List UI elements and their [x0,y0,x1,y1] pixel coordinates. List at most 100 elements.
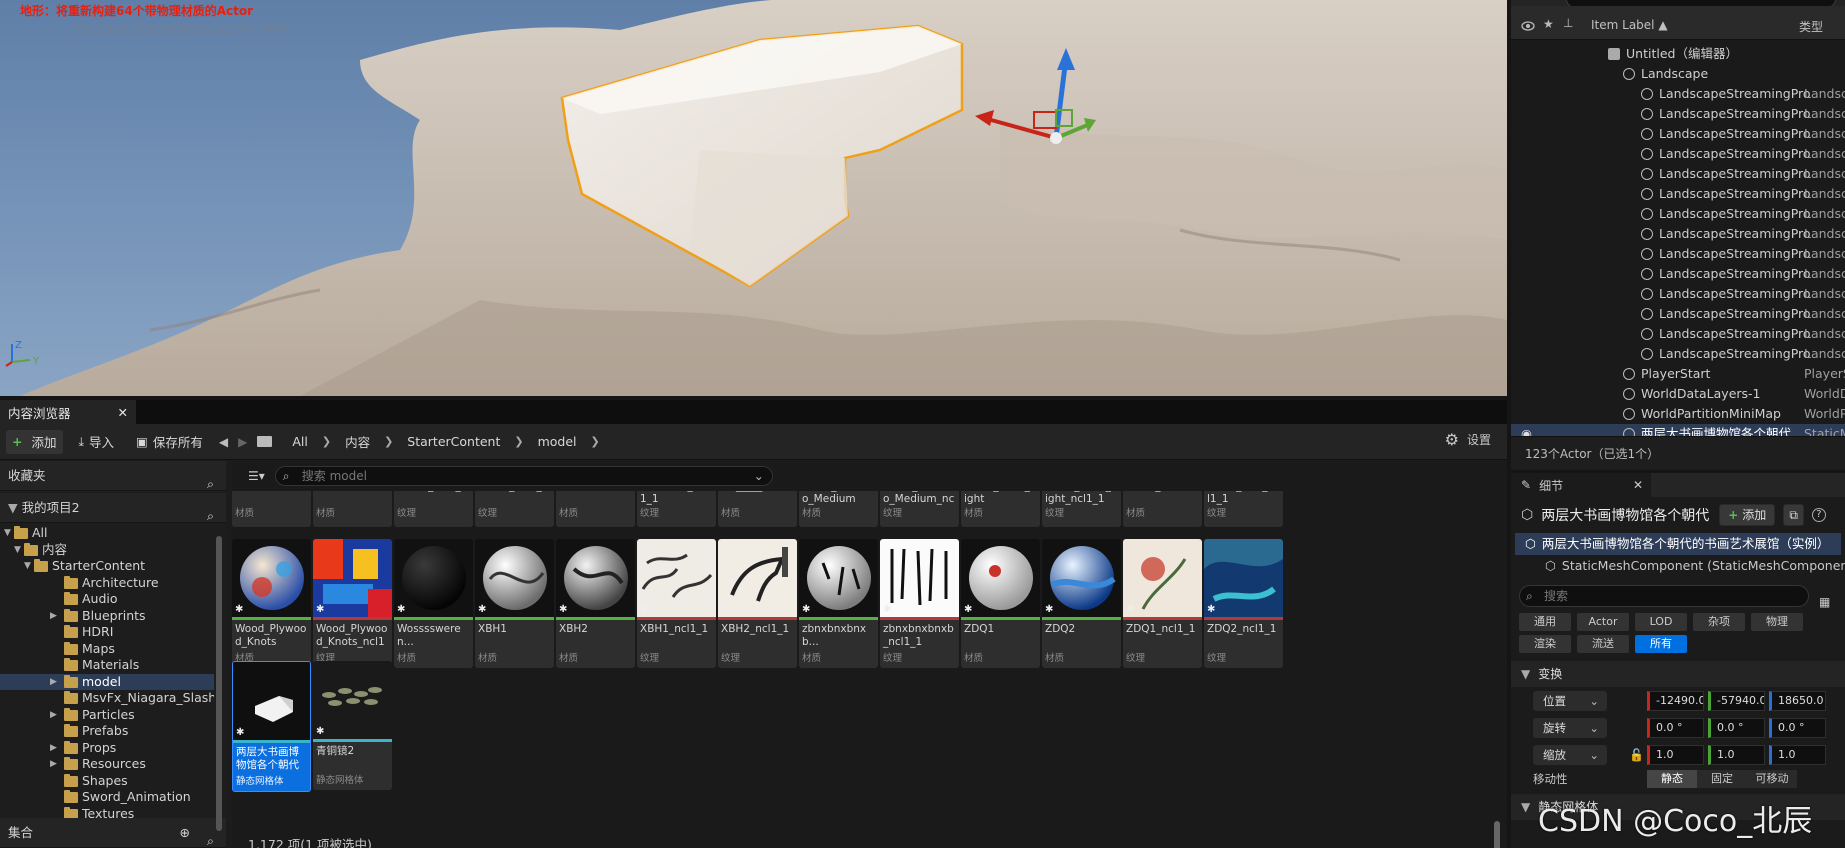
back-icon[interactable]: ◀ [219,435,228,449]
asset-tile[interactable]: wosters1_ncl1_1 纹理 [637,491,716,527]
asset-tile[interactable]: ✱ XBH2_ncl1_1 纹理 [718,539,797,668]
mobility-option[interactable]: 固定 [1697,770,1747,788]
asset-tile[interactable]: ✱ ZDQ1_ncl1_1 纹理 [1123,539,1202,668]
chevron-down-icon[interactable]: ⌄ [754,467,764,485]
outliner-row[interactable]: LandscapeStreamingPro Landsc [1511,324,1845,344]
folder-tree-item[interactable]: ▶ model [0,673,214,691]
outliner-row[interactable]: Untitled（编辑器） [1511,44,1845,64]
asset-tile[interactable]: ✱Wood_Plywood_Knots_ncl1_1纹理 [313,539,392,668]
breadcrumb-item[interactable]: model [538,434,577,449]
details-search-input[interactable]: ⌕ 搜索 [1519,585,1809,607]
chevron-right-icon[interactable]: ❯ [322,435,331,448]
chevron-right-icon[interactable]: ❯ [591,435,600,448]
filter-button[interactable]: LOD [1635,613,1687,631]
asset-tile[interactable]: ✱ XBH1_ncl1_1 纹理 [637,539,716,668]
outliner-row[interactable]: LandscapeStreamingPro Landsc [1511,164,1845,184]
value-z-input[interactable]: 18650.0 [1769,690,1826,711]
chevron-right-icon[interactable]: ❯ [384,435,393,448]
asset-tile[interactable]: ✱ zbnxbnxbnxb_ncl1_1 纹理 [880,539,959,668]
transform-mode-dropdown[interactable]: 旋转 ⌄ [1533,717,1607,738]
folder-tree-item[interactable]: Audio [0,591,214,608]
value-x-input[interactable]: 0.0 ° [1647,717,1704,738]
outliner-row[interactable]: LandscapeStreamingPro Landsc [1511,244,1845,264]
outliner-row[interactable]: LandscapeStreamingPro Landsc [1511,264,1845,284]
filter-button[interactable]: 通用 [1519,613,1571,631]
visibility-eye-icon[interactable] [1521,20,1535,34]
folder-tree-item[interactable]: Shapes [0,773,214,790]
outliner-row[interactable]: LandscapeStreamingPro Landsc [1511,344,1845,364]
filter-button[interactable]: Actor [1577,613,1629,631]
static-mesh-component-item[interactable]: ⬡ StaticMeshComponent (StaticMeshComponen… [1511,555,1845,577]
search-icon[interactable]: ⌕ [207,826,214,848]
outliner-row[interactable]: PlayerStart PlayerS [1511,364,1845,384]
outliner-row[interactable]: LandscapeStreamingPro Landsc [1511,84,1845,104]
chevron-down-icon[interactable]: ▼ [24,558,31,575]
filter-button[interactable]: 所有 [1635,635,1687,653]
breadcrumb-item[interactable]: StarterContent [407,434,500,449]
root-component-item[interactable]: ⬡ 两层大书画博物馆各个朝代的书画艺术展馆（实例） [1515,533,1841,555]
outliner-row[interactable]: LandscapeStreamingPro Landsc [1511,284,1845,304]
outliner-row[interactable]: LandscapeStreamingPro Landsc [1511,224,1845,244]
save-all-button[interactable]: ▣ 保存所有 [130,430,209,454]
actor-name-field[interactable]: 两层大书画博物馆各个朝代 [1541,505,1711,525]
column-type[interactable]: 类型 [1799,18,1823,35]
value-y-input[interactable]: -57940.0 [1708,690,1765,711]
level-viewport[interactable]: 地形：将重新构建64个带物理材质的Actor 'DisableAllScreen… [0,0,1507,396]
outliner-row[interactable]: LandscapeStreamingPro Landsc [1511,104,1845,124]
favorites-header[interactable]: 收藏夹 ⌕ [0,461,226,491]
folder-tree-item[interactable]: Architecture [0,575,214,592]
folder-tree-item[interactable]: MsvFx_Niagara_SlashFx_Pa [0,690,214,707]
outliner-row[interactable]: LandscapeStreamingPro Landsc [1511,124,1845,144]
folder-tree-item[interactable]: Materials [0,657,214,674]
add-component-button[interactable]: + 添加 [1719,504,1776,526]
asset-tile[interactable]: WOL1 材质 [232,491,311,527]
outliner-row[interactable]: LandscapeStreamingPro Landsc [1511,304,1845,324]
chevron-right-icon[interactable]: ▶ [50,608,57,625]
folder-tree-item[interactable]: ▼ All [0,525,214,542]
outliner-row[interactable]: LandscapeStreamingPro Landsc [1511,204,1845,224]
tab-details[interactable]: ✎ 细节 ✕ [1511,473,1651,497]
asset-tile[interactable]: ✱ 青铜镜2 静态网格体 [313,661,392,790]
folder-tree-item[interactable]: Sword_Animation [0,789,214,806]
close-icon[interactable]: ✕ [1633,478,1643,492]
outliner-row[interactable]: Landscape [1511,64,1845,84]
filter-button[interactable]: 渲染 [1519,635,1571,653]
asset-tile[interactable]: ✱ XBH1 材质 [475,539,554,668]
folder-tree-item[interactable]: ▶ Resources [0,756,214,773]
asset-tile[interactable]: ✱ ZDQ2_ncl1_1 纹理 [1204,539,1283,668]
favorite-star-icon[interactable]: ★ [1543,17,1554,31]
asset-tile[interactable]: ✱ Wood_Plywood_Knots 材质 [232,539,311,668]
folder-tree-item[interactable]: ▶ Blueprints [0,608,214,625]
outliner-row[interactable]: WorldPartitionMiniMap WorldPa [1511,404,1845,424]
asset-tile[interactable]: ✱ ZDQ1 材质 [961,539,1040,668]
asset-tile[interactable]: ✱ XBH2 材质 [556,539,635,668]
folder-tree-item[interactable]: Maps [0,641,214,658]
collections-header[interactable]: 集合 ⊕ ⌕ [0,818,226,848]
mobility-option[interactable]: 可移动 [1747,770,1797,788]
folder-tree-item[interactable]: Prefabs [0,723,214,740]
column-item-label[interactable]: Item Label ▲ [1591,18,1668,32]
asset-tile[interactable]: ✱ zbnxbnxbnxb... 材质 [799,539,878,668]
transform-mode-dropdown[interactable]: 缩放 ⌄ [1533,744,1607,765]
folder-tree-item[interactable]: ▶ Props [0,740,214,757]
asset-tile[interactable]: ✱ ZDQ2 材质 [1042,539,1121,668]
asset-tile[interactable]: WOL2_ncl1_1 纹理 [475,491,554,527]
asset-tile[interactable]: Wood_Bamboo_Medium 材质 [799,491,878,527]
help-icon[interactable]: ? [1811,508,1826,522]
chevron-down-icon[interactable]: ▼ [4,525,11,542]
breadcrumb-item[interactable]: All [292,434,308,449]
chevron-right-icon[interactable]: ▶ [50,674,57,691]
settings-button[interactable]: ⚙ 设置 [1445,430,1491,449]
folder-tree-item[interactable]: HDRI [0,624,214,641]
outliner-row[interactable]: WorldDataLayers-1 WorldD [1511,384,1845,404]
outliner-row[interactable]: LandscapeStreamingPro Landsc [1511,144,1845,164]
asset-tile[interactable]: Wood_Oak 材质 [1123,491,1202,527]
value-y-input[interactable]: 1.0 [1708,744,1765,765]
transform-section-header[interactable]: ▼ 变换 [1511,661,1845,687]
add-button[interactable]: + 添加 [6,429,63,454]
filter-button[interactable]: 物理 [1751,613,1803,631]
filter-button[interactable]: 流送 [1577,635,1629,653]
forward-icon[interactable]: ▶ [238,435,247,449]
folder-tree-item[interactable]: ▶ Particles [0,707,214,724]
breadcrumb-item[interactable]: 内容 [345,432,370,451]
